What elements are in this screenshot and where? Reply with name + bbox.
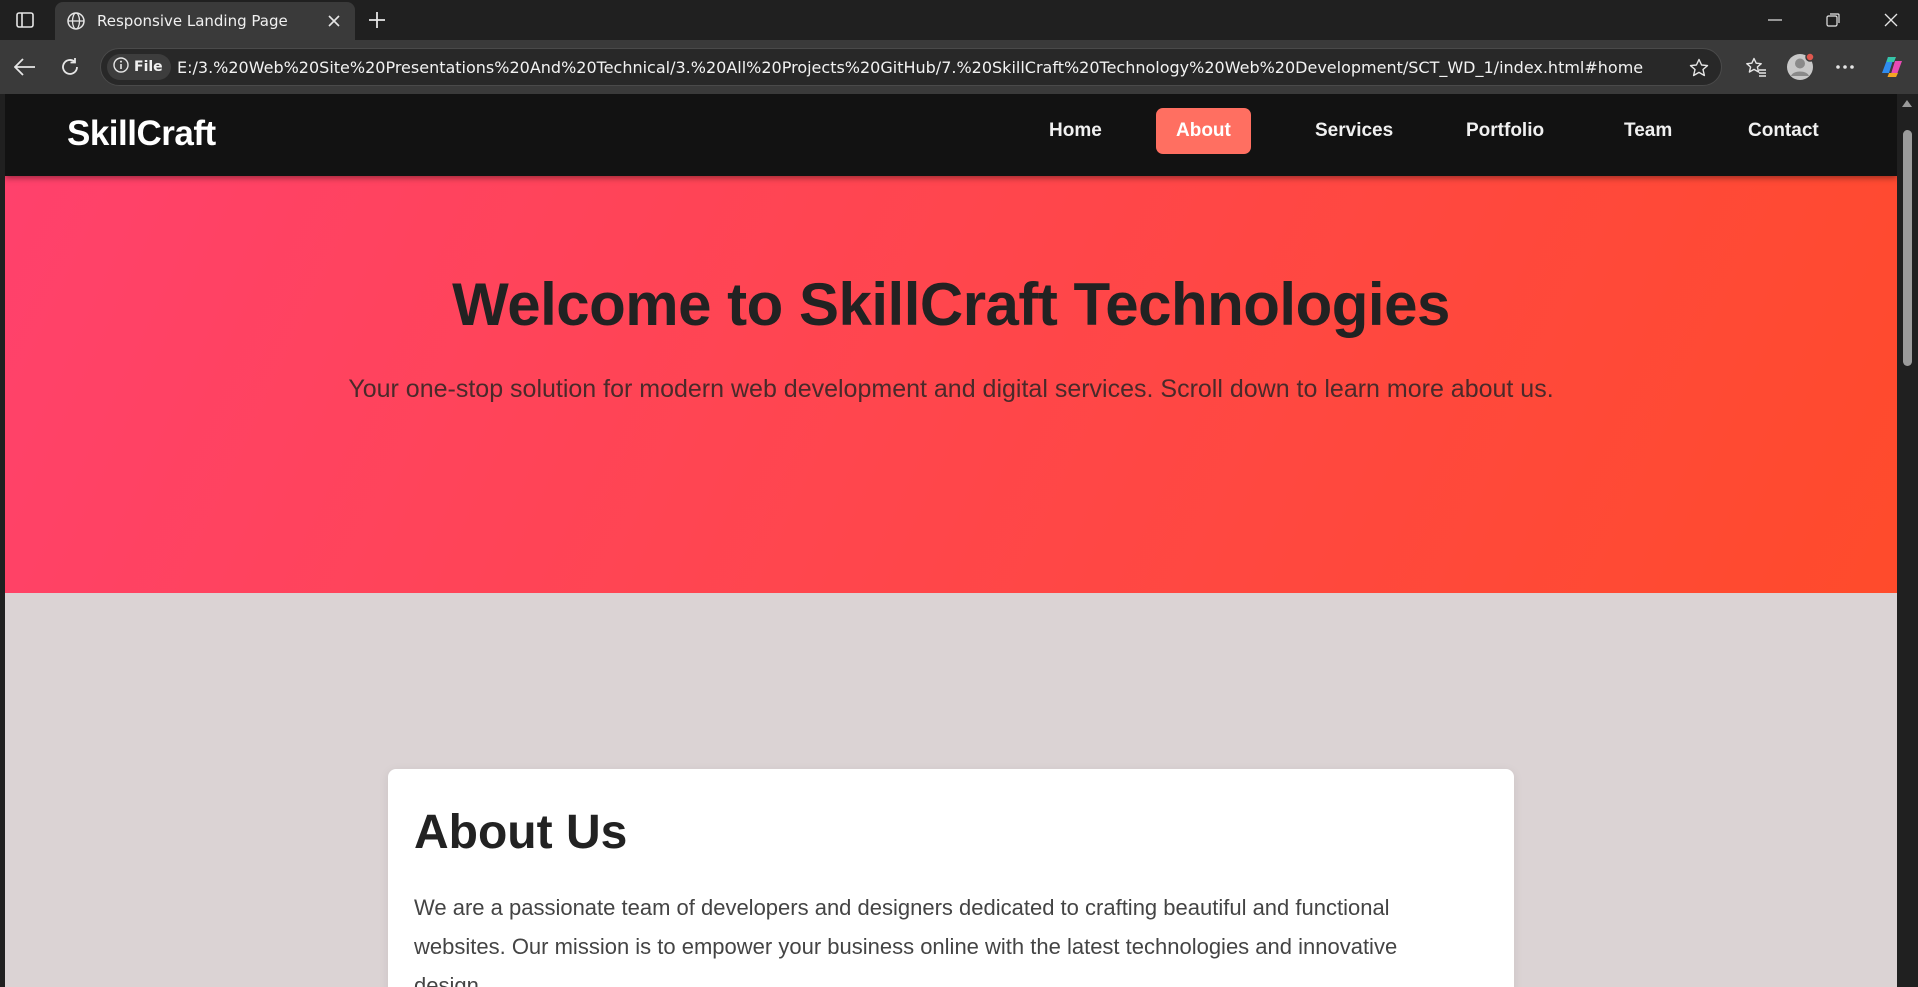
url-text[interactable]: E:/3.%20Web%20Site%20Presentations%20And… xyxy=(177,58,1643,77)
hero-section: Welcome to SkillCraft Technologies Your … xyxy=(5,176,1897,593)
tab-strip: Responsive Landing Page xyxy=(0,0,1918,40)
nav-link-home[interactable]: Home xyxy=(1029,108,1122,154)
copilot-icon[interactable] xyxy=(1876,52,1908,82)
nav-link-about[interactable]: About xyxy=(1156,108,1251,154)
page-scrollbar[interactable] xyxy=(1897,94,1918,987)
star-icon[interactable] xyxy=(1687,56,1711,80)
site-navbar: SkillCraft Home About Services Portfolio… xyxy=(5,94,1897,176)
window-close-icon[interactable] xyxy=(1868,6,1914,34)
about-text: We are a passionate team of developers a… xyxy=(414,895,1398,987)
plus-icon[interactable] xyxy=(364,8,390,32)
about-heading: About Us xyxy=(414,806,628,859)
back-icon[interactable] xyxy=(10,52,40,82)
restore-icon[interactable] xyxy=(1810,6,1856,34)
refresh-icon[interactable] xyxy=(55,52,85,82)
close-icon[interactable] xyxy=(323,10,345,32)
file-label: File xyxy=(134,59,163,75)
scroll-up-arrow[interactable] xyxy=(1902,100,1912,107)
address-bar[interactable]: File E:/3.%20Web%20Site%20Presentations%… xyxy=(100,48,1722,86)
nav-link-team[interactable]: Team xyxy=(1604,108,1692,154)
scroll-thumb[interactable] xyxy=(1903,130,1912,366)
about-card: About Us We are a passionate team of dev… xyxy=(388,769,1514,987)
favorites-icon[interactable] xyxy=(1740,52,1772,82)
info-icon xyxy=(113,57,129,77)
globe-icon xyxy=(65,10,87,32)
browser-tab[interactable]: Responsive Landing Page xyxy=(55,2,355,40)
nav-link-portfolio[interactable]: Portfolio xyxy=(1446,108,1564,154)
site-info-chip[interactable]: File xyxy=(107,54,171,80)
nav-link-contact[interactable]: Contact xyxy=(1728,108,1839,154)
sidebar-icon[interactable] xyxy=(12,8,38,32)
tab-title: Responsive Landing Page xyxy=(97,12,288,30)
hero-subtitle: Your one-stop solution for modern web de… xyxy=(348,375,1554,403)
minimize-icon[interactable] xyxy=(1752,6,1798,34)
profile-icon[interactable] xyxy=(1784,52,1816,82)
browser-toolbar: File E:/3.%20Web%20Site%20Presentations%… xyxy=(0,40,1918,94)
site-logo[interactable]: SkillCraft xyxy=(67,114,216,154)
nav-link-services[interactable]: Services xyxy=(1295,108,1413,154)
more-icon[interactable] xyxy=(1829,52,1861,82)
page-viewport: SkillCraft Home About Services Portfolio… xyxy=(5,94,1897,987)
hero-title: Welcome to SkillCraft Technologies xyxy=(452,271,1450,338)
